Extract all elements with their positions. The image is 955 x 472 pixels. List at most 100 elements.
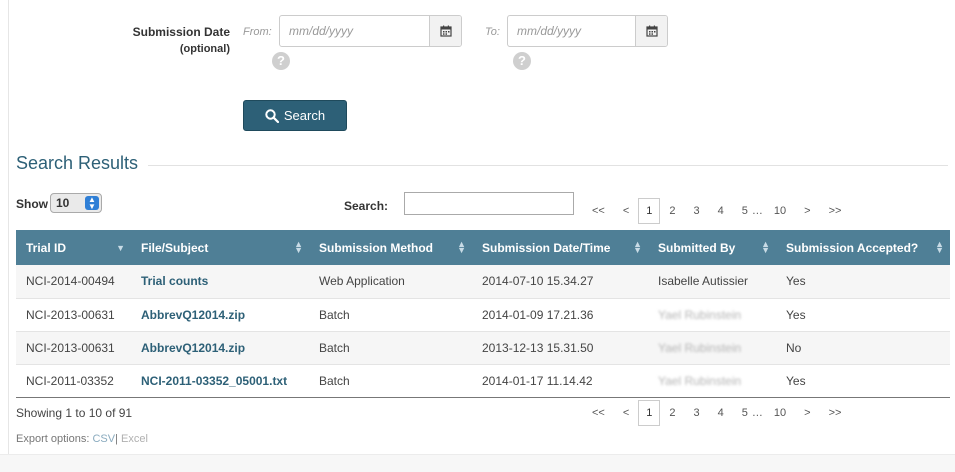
page-size-value: 10	[56, 196, 70, 210]
table-row: NCI-2014-00494 Trial counts Web Applicat…	[16, 265, 950, 299]
help-icon[interactable]: ?	[272, 52, 290, 70]
submitter-name-blurred: Yael Rubinstein	[658, 373, 742, 388]
table-row: NCI-2011-03352 NCI-2011-03352_05001.txt …	[16, 364, 950, 398]
page-prev[interactable]: <	[614, 407, 638, 419]
column-header-submission-method[interactable]: Submission Method ▲ ▼	[309, 230, 472, 265]
cell-method: Batch	[309, 364, 472, 398]
pagination-bottom: << < 1 2 3 4 5 … 10 > >>	[583, 399, 850, 427]
cell-datetime: 2014-01-09 17.21.36	[472, 298, 648, 332]
cell-submitted-by: Yael Rubinstein	[648, 298, 776, 332]
page-ellipsis: …	[751, 205, 763, 217]
sort-icon: ▲ ▼	[761, 239, 770, 255]
page-3[interactable]: 3	[685, 205, 709, 217]
table-header-row: Trial ID ▼ File/Subject ▲ ▼ Submission Meth…	[16, 230, 950, 265]
help-icon[interactable]: ?	[513, 52, 531, 70]
divider	[148, 165, 948, 166]
cell-datetime: 2014-01-17 11.14.42	[472, 364, 648, 398]
cell-method: Batch	[309, 331, 472, 365]
cell-datetime: 2014-07-10 15.34.27	[472, 265, 648, 299]
file-link[interactable]: NCI-2011-03352_05001.txt	[131, 364, 309, 398]
page-first[interactable]: <<	[583, 407, 614, 419]
cell-submitted-by: Yael Rubinstein	[648, 331, 776, 365]
to-date-input[interactable]: mm/dd/yyyy	[507, 15, 668, 47]
export-options: Export options: CSV| Excel	[16, 433, 148, 445]
column-header-submitted-by[interactable]: Submitted By ▲ ▼	[648, 230, 776, 265]
file-link[interactable]: AbbrevQ12014.zip	[131, 331, 309, 365]
submitter-name-blurred: Yael Rubinstein	[658, 340, 742, 355]
to-date-field[interactable]: mm/dd/yyyy	[508, 16, 635, 46]
results-table: Trial ID ▼ File/Subject ▲ ▼ Submission Meth…	[16, 230, 950, 398]
search-button[interactable]: Search	[243, 100, 347, 131]
page-next[interactable]: >	[795, 407, 819, 419]
page-2[interactable]: 2	[660, 407, 684, 419]
table-row: NCI-2013-00631 AbbrevQ12014.zip Batch 20…	[16, 331, 950, 365]
show-label: Show	[16, 197, 48, 211]
calendar-icon[interactable]	[635, 16, 667, 46]
page-4[interactable]: 4	[709, 205, 733, 217]
showing-count: Showing 1 to 10 of 91	[16, 406, 133, 420]
page-3[interactable]: 3	[685, 407, 709, 419]
file-link[interactable]: AbbrevQ12014.zip	[131, 298, 309, 332]
cell-trial-id: NCI-2013-00631	[16, 331, 131, 365]
sort-icon: ▲ ▼	[294, 239, 303, 255]
submission-date-title: Submission Date	[132, 25, 230, 39]
cell-submitted-by: Yael Rubinstein	[648, 364, 776, 398]
page-5[interactable]: 5	[733, 407, 750, 419]
cell-trial-id: NCI-2013-00631	[16, 298, 131, 332]
sort-desc-icon: ▼	[116, 243, 125, 253]
sort-icon: ▲ ▼	[457, 239, 466, 255]
cell-submitted-by: Isabelle Autissier	[648, 265, 776, 299]
column-header-submission-accepted[interactable]: Submission Accepted? ▲ ▼	[776, 230, 950, 265]
export-label: Export options:	[16, 433, 90, 445]
page-next[interactable]: >	[795, 205, 819, 217]
column-header-trial-id[interactable]: Trial ID ▼	[16, 230, 131, 265]
cell-accepted: No	[776, 331, 950, 365]
cell-method: Batch	[309, 298, 472, 332]
select-arrows-icon: ▲ ▼	[85, 196, 99, 211]
cell-trial-id: NCI-2014-00494	[16, 265, 131, 299]
cell-accepted: Yes	[776, 364, 950, 398]
page-size-select[interactable]: 10 ▲ ▼	[50, 193, 102, 213]
page-1[interactable]: 1	[638, 400, 661, 426]
pagination-top: << < 1 2 3 4 5 … 10 > >>	[583, 197, 850, 225]
file-link[interactable]: Trial counts	[131, 265, 309, 299]
column-header-submission-datetime[interactable]: Submission Date/Time ▲ ▼	[472, 230, 648, 265]
cell-accepted: Yes	[776, 265, 950, 299]
from-date-input[interactable]: mm/dd/yyyy	[279, 15, 462, 47]
page-1[interactable]: 1	[638, 198, 661, 224]
table-row: NCI-2013-00631 AbbrevQ12014.zip Batch 20…	[16, 298, 950, 332]
to-label: To:	[485, 26, 500, 38]
header-label: Submission Accepted?	[786, 240, 919, 255]
sort-icon: ▲ ▼	[633, 239, 642, 255]
from-label: From:	[243, 26, 272, 38]
search-button-label: Search	[283, 108, 326, 123]
cell-datetime: 2013-12-13 15.31.50	[472, 331, 648, 365]
from-date-field[interactable]: mm/dd/yyyy	[280, 16, 429, 46]
page-ellipsis: …	[751, 407, 763, 419]
cell-accepted: Yes	[776, 298, 950, 332]
page-2[interactable]: 2	[660, 205, 684, 217]
page-last[interactable]: >>	[820, 205, 851, 217]
table-search-input[interactable]	[404, 192, 574, 215]
page-4[interactable]: 4	[709, 407, 733, 419]
page-10[interactable]: 10	[765, 407, 795, 419]
page-5[interactable]: 5	[733, 205, 750, 217]
page-10[interactable]: 10	[765, 205, 795, 217]
optional-label: (optional)	[179, 43, 230, 55]
header-label: File/Subject	[141, 240, 209, 255]
table-search-label: Search:	[344, 199, 389, 213]
header-label: Submission Date/Time	[482, 240, 611, 255]
submission-date-label: Submission Date (optional)	[128, 24, 230, 58]
calendar-icon[interactable]	[429, 16, 461, 46]
export-excel-link[interactable]: Excel	[121, 433, 148, 445]
page-first[interactable]: <<	[583, 205, 614, 217]
header-label: Submitted By	[658, 240, 736, 255]
cell-trial-id: NCI-2011-03352	[16, 364, 131, 398]
footer-bar	[0, 454, 955, 472]
search-icon	[265, 108, 279, 123]
column-header-file-subject[interactable]: File/Subject ▲ ▼	[131, 230, 309, 265]
results-title: Search Results	[16, 153, 139, 173]
page-last[interactable]: >>	[820, 407, 851, 419]
export-csv-link[interactable]: CSV	[92, 433, 115, 445]
page-prev[interactable]: <	[614, 205, 638, 217]
